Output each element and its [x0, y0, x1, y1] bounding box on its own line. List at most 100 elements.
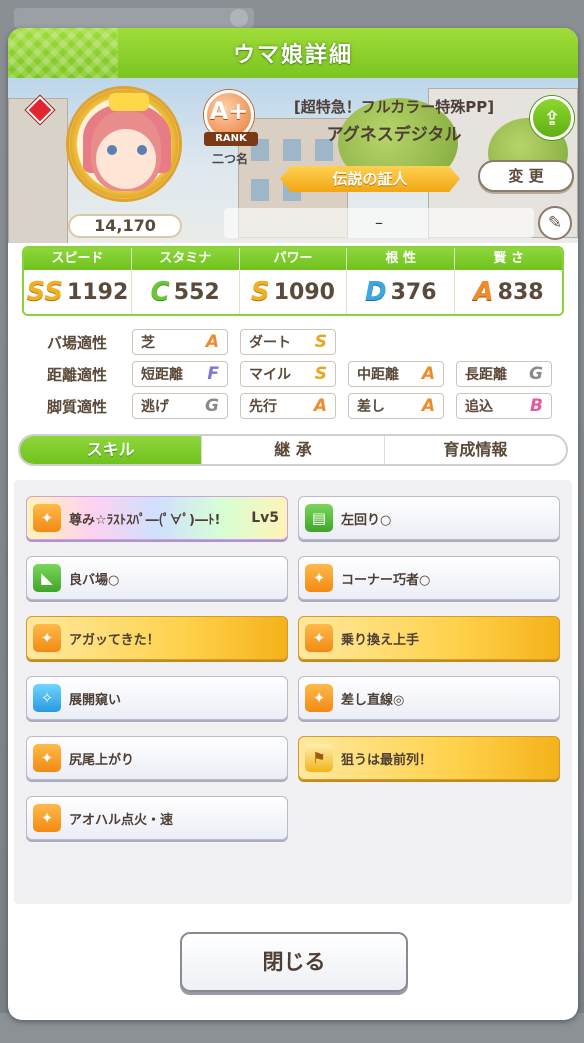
header-pattern [8, 28, 118, 78]
aptitude-cell: 逃げ G [132, 393, 228, 419]
power-icon: ◣ [33, 564, 61, 592]
aptitude-cell: マイル S [240, 361, 336, 387]
stat-label: 根 性 [347, 248, 455, 270]
running-icon: ✦ [33, 624, 61, 652]
share-icon: ⇪ [543, 106, 561, 130]
running-icon: ✦ [33, 804, 61, 832]
stats-table: スピード SS 1192 スタミナ C 552 パワー S 1090 根 性 D [22, 246, 564, 316]
skill-item[interactable]: ✦ コーナー巧者○ [298, 556, 560, 600]
aptitude-grade: A [313, 396, 327, 416]
epithet-banner: 伝説の証人 [280, 166, 460, 192]
stat-value: 552 [173, 279, 220, 305]
aptitude-name: マイル [249, 367, 291, 383]
skill-name: コーナー巧者○ [341, 572, 431, 588]
aptitude-name: 逃げ [141, 399, 169, 415]
skill-name: 尊み☆ﾗｽﾄｽﾊﾟ―(ﾟ∀ﾟ)―ﾄ! [69, 512, 221, 528]
aptitude-cell: ダート S [240, 329, 336, 355]
aptitude-grade: A [421, 364, 435, 384]
stat-value: 376 [390, 279, 437, 305]
sparkle-icon: ✧ [33, 684, 61, 712]
stat-label: スピード [24, 248, 131, 270]
fan-count: 14,170 [68, 214, 182, 238]
rank-title: 二つ名 [211, 152, 248, 166]
aptitude-grade: G [205, 396, 219, 416]
stat-grade: S [251, 277, 270, 307]
stat-value: 838 [497, 279, 544, 305]
edit-comment-button[interactable]: ✎ [538, 206, 572, 240]
skill-name: 乗り換え上手 [341, 632, 420, 648]
skill-level: Lv5 [251, 510, 279, 526]
aptitude-grade: B [530, 396, 543, 416]
skill-item[interactable]: ⚑ 狙うは最前列！ [298, 736, 560, 780]
stat-wisdom: 賢 さ A 838 [455, 248, 562, 314]
skill-item[interactable]: ✦ 差し直線◎ [298, 676, 560, 720]
skill-name: 左回り○ [341, 512, 392, 528]
aptitude-grade: S [314, 364, 327, 384]
tab-training-info[interactable]: 育成情報 [385, 436, 566, 464]
aptitude-label: 脚質適性 [46, 397, 107, 416]
stat-grade: D [365, 277, 387, 307]
aptitude-name: 短距離 [141, 367, 183, 383]
aptitude-name: ダート [249, 335, 291, 351]
skills-list: ✦ 尊み☆ﾗｽﾄｽﾊﾟ―(ﾟ∀ﾟ)―ﾄ! Lv5 ▤ 左回り○ ◣ 良バ場○ ✦… [14, 480, 572, 904]
style-aptitude-row: 脚質適性 逃げ G 先行 A 差し A 追込 B [22, 392, 564, 420]
skill-name: 良バ場○ [69, 572, 120, 588]
dialog-title: ウマ娘詳細 [232, 43, 353, 68]
skill-item[interactable]: ✦ アガッてきた！ [26, 616, 288, 660]
running-icon: ✦ [33, 504, 61, 532]
tab-skills[interactable]: スキル [20, 436, 203, 464]
pencil-icon: ✎ [547, 213, 563, 233]
aptitude-name: 芝 [141, 335, 155, 351]
aptitude-grade: F [207, 364, 219, 384]
running-icon: ✦ [305, 564, 333, 592]
stat-grade: SS [26, 277, 64, 307]
character-portrait [66, 86, 182, 202]
detail-tabs: スキル 継 承 育成情報 [18, 434, 568, 466]
tab-inheritance[interactable]: 継 承 [202, 436, 385, 464]
stat-label: スタミナ [131, 248, 239, 270]
aptitude-label: 距離適性 [46, 365, 107, 384]
stat-stamina: スタミナ C 552 [131, 248, 240, 314]
flag-icon: ⚑ [305, 744, 333, 772]
aptitude-name: 中距離 [357, 367, 399, 383]
aptitude-cell: 追込 B [456, 393, 552, 419]
skill-item[interactable]: ◣ 良バ場○ [26, 556, 288, 600]
skill-item[interactable]: ✦ 乗り換え上手 [298, 616, 560, 660]
aptitude-name: 長距離 [465, 367, 507, 383]
stat-value: 1090 [273, 279, 335, 305]
aptitude-label: バ場適性 [46, 333, 107, 352]
share-button[interactable]: ⇪ [530, 96, 574, 140]
stat-label: パワー [239, 248, 347, 270]
aptitude-name: 追込 [465, 399, 493, 415]
aptitude-grade: G [529, 364, 543, 384]
aptitude-cell: 芝 A [132, 329, 228, 355]
skill-item[interactable]: ✦ アオハル点火・速 [26, 796, 288, 840]
skill-name: 狙うは最前列！ [341, 752, 433, 768]
background-title-bar [14, 8, 254, 28]
stat-speed: スピード SS 1192 [24, 248, 132, 314]
aptitude-grade: S [314, 332, 327, 352]
change-epithet-button[interactable]: 変 更 [478, 160, 574, 192]
aptitude-cell: 長距離 G [456, 361, 552, 387]
close-button[interactable]: 閉じる [180, 932, 408, 992]
skill-item[interactable]: ✧ 展開窺い [26, 676, 288, 720]
umamusume-detail-dialog: ウマ娘詳細 14,170 A+ RANK 二つ名 [超特急！フルカラー特殊PP]… [8, 28, 578, 1020]
skill-item[interactable]: ✦ 尻尾上がり [26, 736, 288, 780]
dialog-header: ウマ娘詳細 [8, 28, 578, 78]
outfit-name: [超特急！フルカラー特殊PP] [293, 98, 495, 116]
running-icon: ✦ [305, 684, 333, 712]
skill-item[interactable]: ✦ 尊み☆ﾗｽﾄｽﾊﾟ―(ﾟ∀ﾟ)―ﾄ! Lv5 [26, 496, 288, 540]
aptitude-name: 差し [357, 399, 385, 415]
aptitude-grade: A [421, 396, 435, 416]
skill-name: 展開窺い [69, 692, 122, 708]
rank-label: RANK [204, 132, 258, 146]
aptitude-name: 先行 [249, 399, 277, 415]
skill-name: アオハル点火・速 [69, 812, 174, 828]
skill-item[interactable]: ▤ 左回り○ [298, 496, 560, 540]
stat-guts: 根 性 D 376 [347, 248, 456, 314]
aptitude-cell: 差し A [348, 393, 444, 419]
running-icon: ✦ [305, 624, 333, 652]
aptitude-cell: 中距離 A [348, 361, 444, 387]
track-icon: ▤ [305, 504, 333, 532]
stat-grade: A [473, 277, 494, 307]
